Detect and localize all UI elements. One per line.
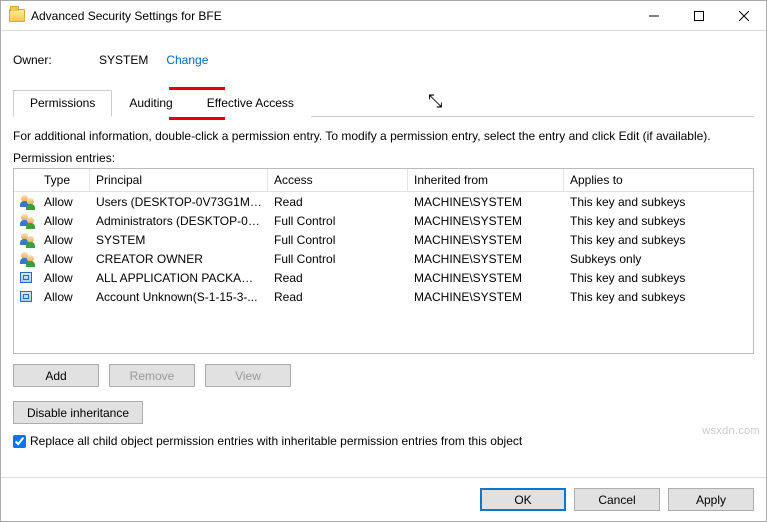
- cell-applies: Subkeys only: [564, 251, 753, 267]
- col-applies[interactable]: Applies to: [564, 169, 753, 191]
- cell-applies: This key and subkeys: [564, 270, 753, 286]
- cell-access: Full Control: [268, 213, 408, 229]
- cell-access: Read: [268, 270, 408, 286]
- cell-principal: ALL APPLICATION PACKAGES: [90, 270, 268, 286]
- disable-inheritance-button[interactable]: Disable inheritance: [13, 401, 143, 424]
- security-settings-window: Advanced Security Settings for BFE Owner…: [0, 0, 767, 522]
- users-icon: [20, 195, 32, 209]
- cell-inherited: MACHINE\SYSTEM: [408, 251, 564, 267]
- cell-inherited: MACHINE\SYSTEM: [408, 270, 564, 286]
- remove-button[interactable]: Remove: [109, 364, 195, 387]
- cell-principal: SYSTEM: [90, 232, 268, 248]
- table-row[interactable]: AllowUsers (DESKTOP-0V73G1M\Us...ReadMAC…: [14, 192, 753, 211]
- minimize-button[interactable]: [631, 1, 676, 30]
- change-owner-link[interactable]: Change: [160, 51, 214, 69]
- cell-access: Full Control: [268, 232, 408, 248]
- cell-access: Full Control: [268, 251, 408, 267]
- cell-access: Read: [268, 289, 408, 305]
- owner-value: SYSTEM: [99, 53, 148, 67]
- titlebar: Advanced Security Settings for BFE: [1, 1, 766, 31]
- grid-buttons: Add Remove View: [13, 364, 754, 387]
- cell-type: Allow: [38, 251, 90, 267]
- col-access[interactable]: Access: [268, 169, 408, 191]
- col-inherited[interactable]: Inherited from: [408, 169, 564, 191]
- owner-label: Owner:: [13, 53, 99, 67]
- cell-applies: This key and subkeys: [564, 289, 753, 305]
- add-button[interactable]: Add: [13, 364, 99, 387]
- table-row[interactable]: AllowAccount Unknown(S-1-15-3-...ReadMAC…: [14, 287, 753, 306]
- cell-applies: This key and subkeys: [564, 232, 753, 248]
- cell-inherited: MACHINE\SYSTEM: [408, 194, 564, 210]
- users-icon: [20, 233, 32, 247]
- grid-header: Type Principal Access Inherited from App…: [14, 169, 753, 192]
- owner-row: Owner: SYSTEM Change: [13, 45, 754, 75]
- table-row[interactable]: AllowCREATOR OWNERFull ControlMACHINE\SY…: [14, 249, 753, 268]
- users-icon: [20, 252, 32, 266]
- view-button[interactable]: View: [205, 364, 291, 387]
- col-principal[interactable]: Principal: [90, 169, 268, 191]
- permission-grid[interactable]: Type Principal Access Inherited from App…: [13, 168, 754, 354]
- users-icon: [20, 214, 32, 228]
- table-row[interactable]: AllowSYSTEMFull ControlMACHINE\SYSTEMThi…: [14, 230, 753, 249]
- entries-label: Permission entries:: [13, 151, 754, 165]
- grid-body: AllowUsers (DESKTOP-0V73G1M\Us...ReadMAC…: [14, 192, 753, 306]
- cell-access: Read: [268, 194, 408, 210]
- cell-principal: Account Unknown(S-1-15-3-...: [90, 289, 268, 305]
- tab-effective-access[interactable]: Effective Access: [190, 90, 311, 117]
- cell-principal: CREATOR OWNER: [90, 251, 268, 267]
- cell-principal: Users (DESKTOP-0V73G1M\Us...: [90, 194, 268, 210]
- cell-inherited: MACHINE\SYSTEM: [408, 213, 564, 229]
- cell-inherited: MACHINE\SYSTEM: [408, 289, 564, 305]
- cell-inherited: MACHINE\SYSTEM: [408, 232, 564, 248]
- ok-button[interactable]: OK: [480, 488, 566, 511]
- package-icon: [20, 291, 32, 302]
- content-area: Owner: SYSTEM Change ⤡ Permissions Audit…: [1, 31, 766, 477]
- maximize-button[interactable]: [676, 1, 721, 30]
- cancel-button[interactable]: Cancel: [574, 488, 660, 511]
- package-icon: [20, 272, 32, 283]
- table-row[interactable]: AllowALL APPLICATION PACKAGESReadMACHINE…: [14, 268, 753, 287]
- tab-strip: Permissions Auditing Effective Access: [13, 89, 754, 117]
- tab-permissions[interactable]: Permissions: [13, 90, 112, 117]
- tab-auditing[interactable]: Auditing: [112, 90, 189, 117]
- close-button[interactable]: [721, 1, 766, 30]
- cell-type: Allow: [38, 213, 90, 229]
- cell-principal: Administrators (DESKTOP-0V7...: [90, 213, 268, 229]
- replace-child-row: Replace all child object permission entr…: [13, 434, 754, 448]
- dialog-footer: OK Cancel Apply: [1, 477, 766, 521]
- folder-icon: [9, 9, 25, 22]
- apply-button[interactable]: Apply: [668, 488, 754, 511]
- cell-type: Allow: [38, 194, 90, 210]
- cell-type: Allow: [38, 270, 90, 286]
- table-row[interactable]: AllowAdministrators (DESKTOP-0V7...Full …: [14, 211, 753, 230]
- cell-applies: This key and subkeys: [564, 213, 753, 229]
- replace-child-label[interactable]: Replace all child object permission entr…: [30, 434, 522, 448]
- cell-applies: This key and subkeys: [564, 194, 753, 210]
- replace-child-checkbox[interactable]: [13, 435, 26, 448]
- col-icon[interactable]: [14, 169, 38, 191]
- resize-cursor-icon: ⤡: [428, 91, 442, 112]
- window-title: Advanced Security Settings for BFE: [31, 9, 631, 23]
- cell-type: Allow: [38, 289, 90, 305]
- cell-type: Allow: [38, 232, 90, 248]
- col-type[interactable]: Type: [38, 169, 90, 191]
- info-text: For additional information, double-click…: [13, 129, 754, 143]
